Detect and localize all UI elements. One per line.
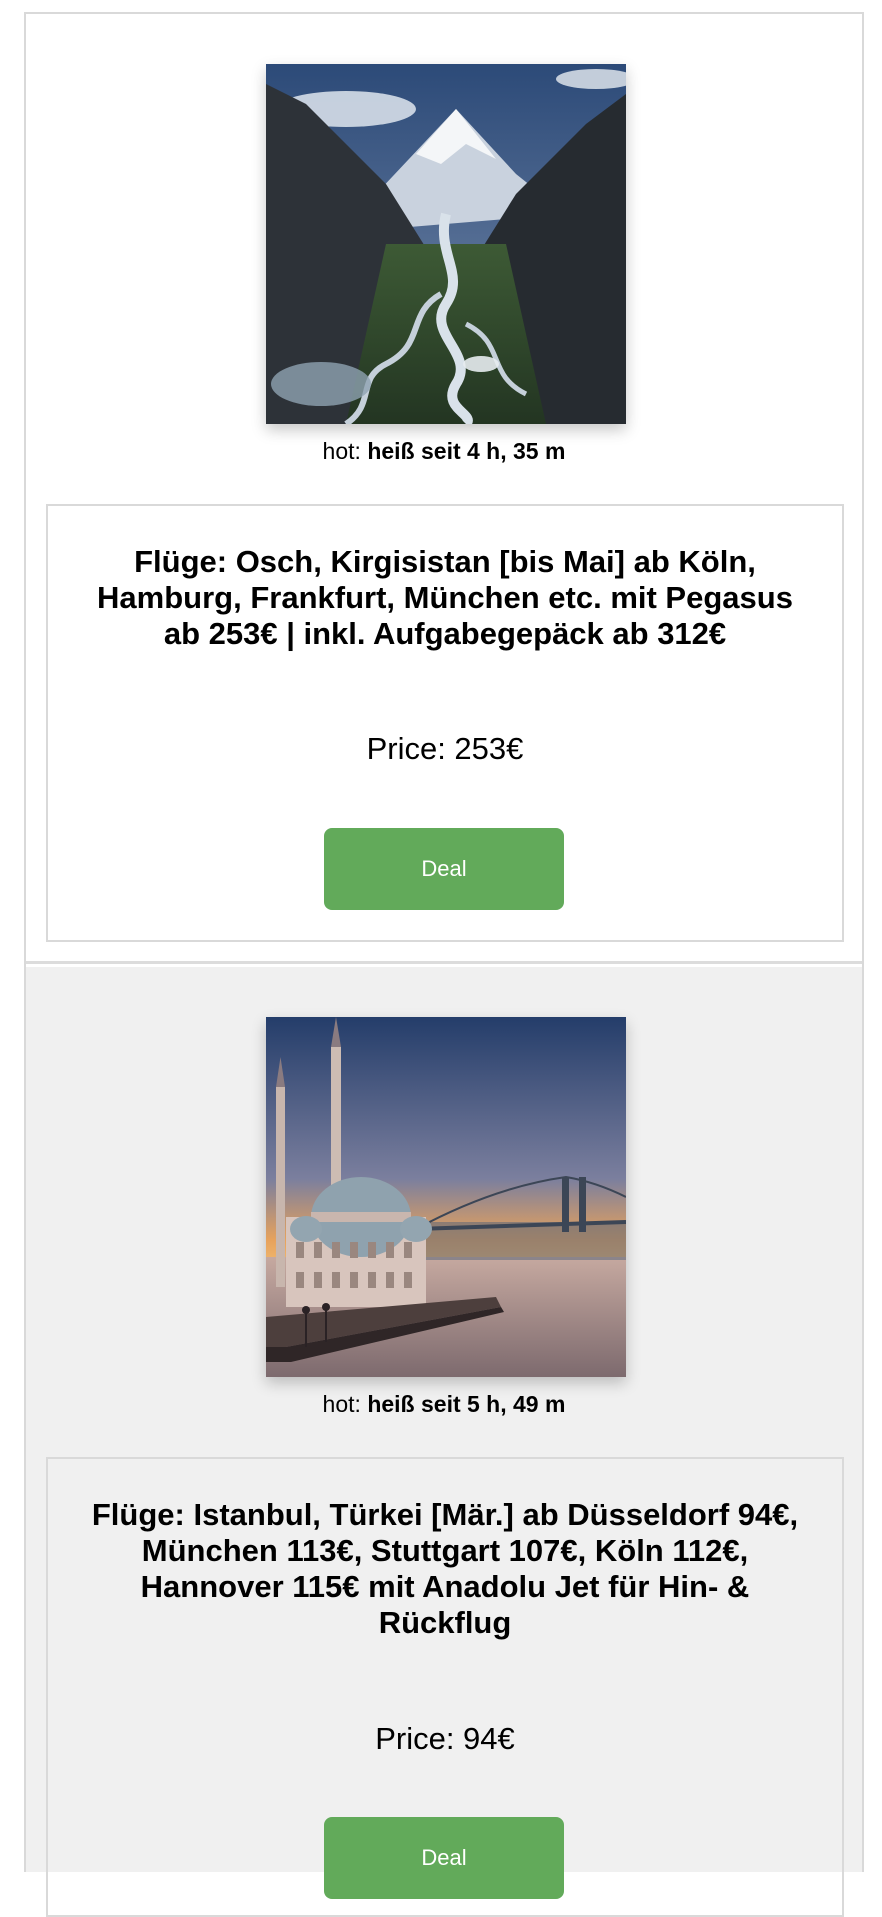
deal-button[interactable]: Deal	[324, 828, 564, 910]
deal-price: Price: 253€	[366, 731, 524, 766]
deal-card: Flüge: Osch, Kirgisistan [bis Mai] ab Kö…	[46, 504, 844, 942]
hot-label: hot:	[322, 1391, 361, 1417]
deal-image-istanbul-mosque[interactable]	[266, 1017, 626, 1377]
istanbul-mosque-illustration	[266, 1017, 626, 1377]
deal-item: hot: heiß seit 4 h, 35 m Flüge: Osch, Ki…	[26, 14, 862, 964]
deal-list: hot: heiß seit 4 h, 35 m Flüge: Osch, Ki…	[24, 12, 864, 1917]
hot-status: hot: heiß seit 4 h, 35 m	[26, 438, 862, 465]
hot-status: hot: heiß seit 5 h, 49 m	[26, 1391, 862, 1418]
hot-value: heiß seit 5 h, 49 m	[367, 1391, 566, 1417]
mountain-valley-illustration	[266, 64, 626, 424]
deal-item: hot: heiß seit 5 h, 49 m Flüge: Istanbul…	[26, 967, 862, 1917]
deal-price: Price: 94€	[375, 1721, 515, 1756]
deal-title[interactable]: Flüge: Osch, Kirgisistan [bis Mai] ab Kö…	[78, 544, 812, 652]
deal-title[interactable]: Flüge: Istanbul, Türkei [Mär.] ab Düssel…	[78, 1497, 812, 1641]
hot-label: hot:	[322, 438, 361, 464]
deal-image-mountain-valley[interactable]	[266, 64, 626, 424]
hot-value: heiß seit 4 h, 35 m	[367, 438, 566, 464]
deal-card: Flüge: Istanbul, Türkei [Mär.] ab Düssel…	[46, 1457, 844, 1917]
deal-button[interactable]: Deal	[324, 1817, 564, 1899]
